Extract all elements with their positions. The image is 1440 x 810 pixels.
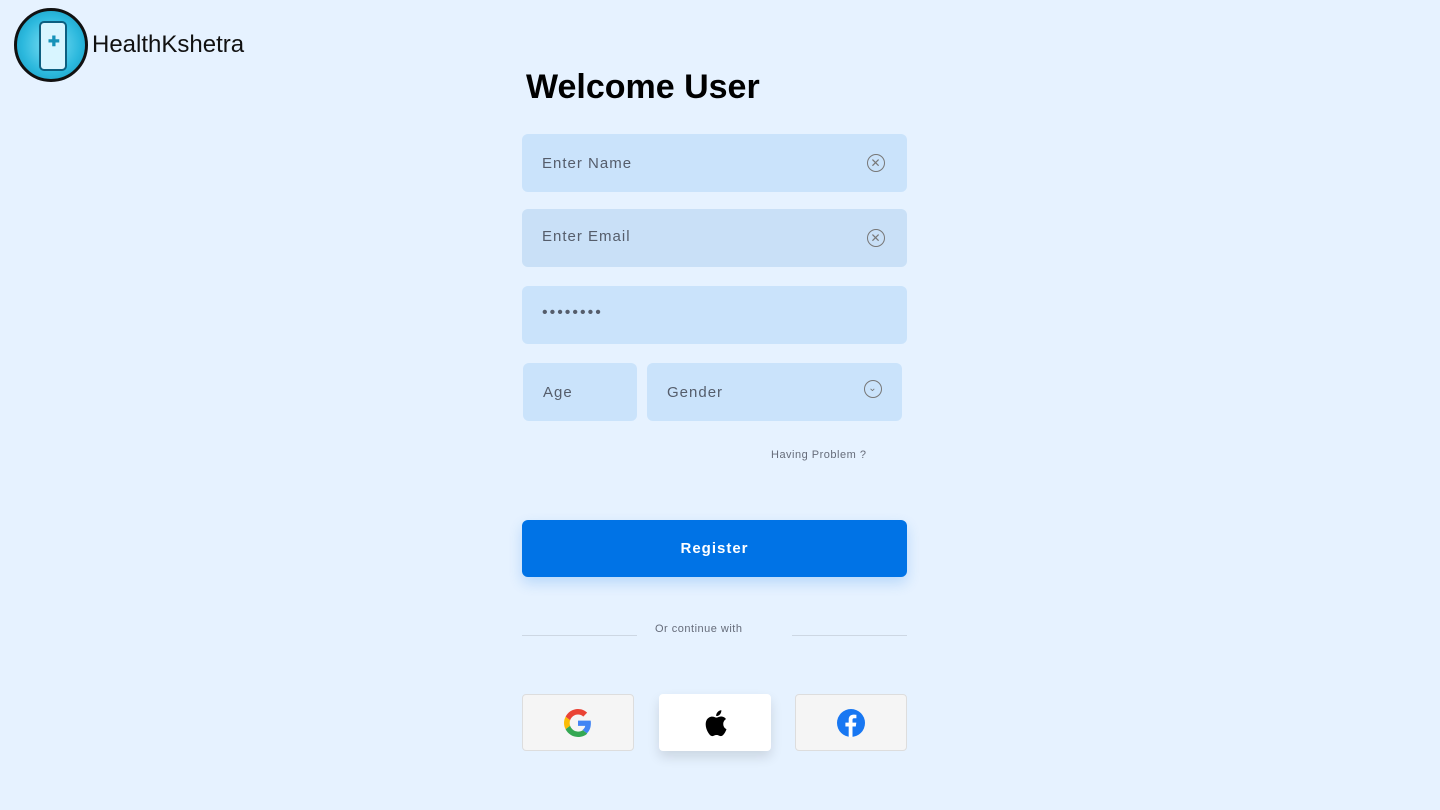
divider-left [522,635,637,636]
gender-select[interactable]: Gender ⌄ [647,363,902,421]
password-value: •••••••• [542,304,603,321]
password-input[interactable]: •••••••• [522,286,907,344]
name-placeholder: Enter Name [542,154,633,172]
page-title: Welcome User [526,68,760,106]
brand-name: HealthKshetra [92,31,245,58]
google-icon [564,708,591,737]
email-input[interactable]: Enter Email ✕ [522,209,907,267]
logo: ✚ [14,8,88,82]
having-problem-link[interactable]: Having Problem ? [771,449,866,461]
gender-placeholder: Gender [667,383,724,401]
age-placeholder: Age [543,383,573,401]
google-login-button[interactable] [522,694,634,751]
name-input[interactable]: Enter Name ✕ [522,134,907,192]
facebook-login-button[interactable] [795,694,907,751]
chevron-down-icon: ⌄ [864,380,882,398]
email-placeholder: Enter Email [542,227,631,245]
apple-login-button[interactable] [659,694,771,751]
clear-icon[interactable]: ✕ [867,154,885,172]
facebook-icon [837,708,865,737]
apple-icon [705,709,727,736]
age-input[interactable]: Age [523,363,637,421]
divider-text: Or continue with [655,623,743,635]
divider-right [792,635,907,636]
register-button[interactable]: Register [522,520,907,577]
clear-icon[interactable]: ✕ [867,229,885,247]
